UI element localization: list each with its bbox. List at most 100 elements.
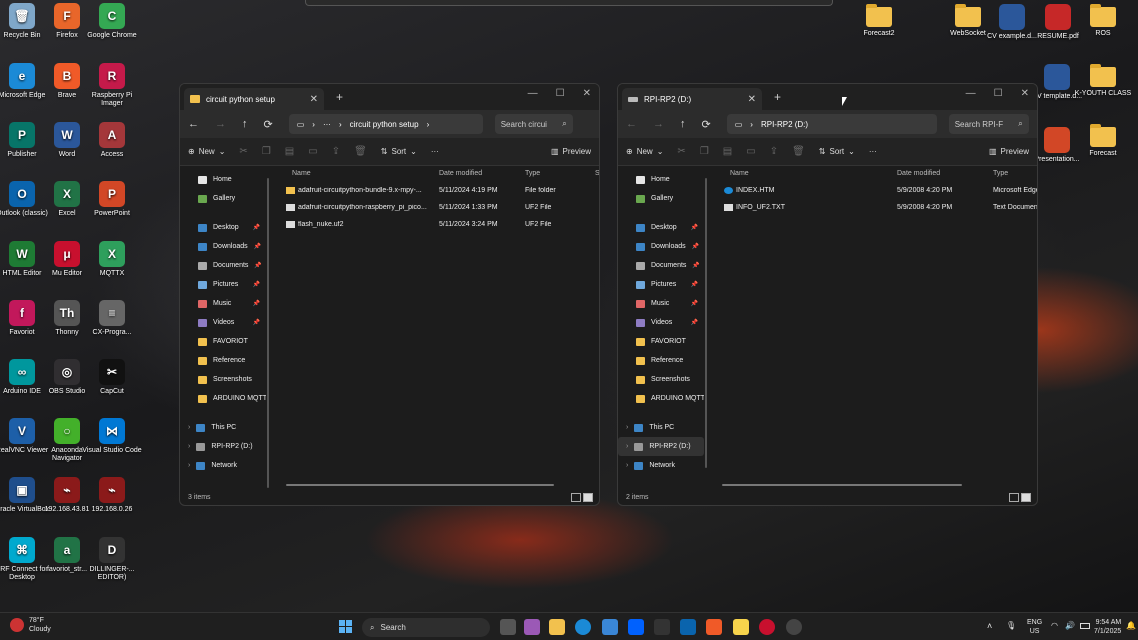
- refresh-button[interactable]: ⟳: [702, 118, 711, 131]
- close-tab-icon[interactable]: ✕: [310, 94, 318, 105]
- forward-button[interactable]: →: [215, 118, 226, 130]
- up-button[interactable]: ↑: [242, 118, 248, 130]
- desktop-icon[interactable]: ≡ CX-Progra...: [82, 300, 142, 337]
- file-explorer-icon[interactable]: [549, 619, 565, 635]
- sidebar-item[interactable]: Documents 📌: [180, 256, 266, 275]
- sidebar-item[interactable]: Screenshots: [180, 370, 266, 389]
- more-path-icon[interactable]: ···: [323, 120, 331, 129]
- app-icon[interactable]: [654, 619, 670, 635]
- sort-button[interactable]: ⇅ Sort ⌄: [819, 147, 855, 156]
- chevron-right-icon[interactable]: ›: [188, 424, 190, 431]
- new-button[interactable]: ⊕ New ⌄: [626, 147, 663, 156]
- close-button[interactable]: ✕: [583, 88, 591, 99]
- search-input[interactable]: Search circui ⌕: [494, 114, 573, 134]
- sort-button[interactable]: ⇅ Sort ⌄: [381, 147, 417, 156]
- chevron-right-icon[interactable]: ›: [188, 443, 190, 450]
- list-item[interactable]: flash_nuke.uf2 5/11/2024 3:24 PM UF2 File: [280, 216, 599, 233]
- tiles-view-button[interactable]: [1021, 493, 1031, 502]
- sticky-notes-icon[interactable]: [733, 619, 749, 635]
- search-input[interactable]: Search RPI-F ⌕: [948, 114, 1029, 134]
- brave-icon[interactable]: [706, 619, 722, 635]
- sidebar-item[interactable]: › Network: [180, 456, 266, 475]
- delete-icon[interactable]: 🗑: [792, 146, 805, 157]
- sidebar-item[interactable]: Pictures 📌: [180, 275, 266, 294]
- details-view-button[interactable]: [1009, 493, 1019, 502]
- refresh-button[interactable]: ⟳: [264, 118, 273, 131]
- sidebar-item[interactable]: ARDUINO MQTT: [180, 389, 266, 408]
- rename-icon[interactable]: ▭: [308, 146, 317, 157]
- sidebar-item[interactable]: Desktop 📌: [180, 218, 266, 237]
- desktop-icon[interactable]: X MQTTX: [82, 241, 142, 278]
- list-item[interactable]: INFO_UF2.TXT 5/9/2008 4:20 PM Text Documen: [718, 199, 1037, 216]
- sidebar-item[interactable]: Reference: [618, 351, 704, 370]
- copy-icon[interactable]: ❐: [262, 146, 271, 157]
- tiles-view-button[interactable]: [583, 493, 593, 502]
- language-indicator[interactable]: ENG US: [1027, 618, 1042, 636]
- horizontal-scrollbar[interactable]: [286, 484, 554, 486]
- chevron-right-icon[interactable]: ›: [626, 462, 628, 469]
- new-tab-button[interactable]: +: [774, 90, 781, 104]
- sidebar-item[interactable]: Music 📌: [180, 294, 266, 313]
- outlook-icon[interactable]: [680, 619, 696, 635]
- sidebar-item[interactable]: › This PC: [180, 418, 266, 437]
- clock[interactable]: 9:54 AM 7/1/2025: [1094, 618, 1121, 636]
- share-icon[interactable]: ⇪: [332, 146, 340, 157]
- maximize-button[interactable]: ☐: [556, 88, 565, 99]
- column-name[interactable]: Name: [730, 170, 749, 177]
- chrome-icon[interactable]: [759, 619, 775, 635]
- copy-icon[interactable]: ❐: [700, 146, 709, 157]
- desktop-icon[interactable]: K-YOUTH CLASS: [1073, 64, 1133, 98]
- new-tab-button[interactable]: +: [336, 90, 343, 104]
- notification-bell-icon[interactable]: 🔔: [1126, 621, 1136, 630]
- store-icon[interactable]: [602, 619, 618, 635]
- weather-widget[interactable]: 78°F Cloudy: [10, 616, 51, 634]
- column-name[interactable]: Name: [292, 170, 311, 177]
- tab-circuit-python-setup[interactable]: circuit python setup ✕: [184, 88, 324, 110]
- edge-icon[interactable]: [575, 619, 591, 635]
- desktop-icon[interactable]: P PowerPoint: [82, 181, 142, 218]
- battery-icon[interactable]: [1080, 623, 1090, 629]
- desktop-icon[interactable]: D DILLINGER-... EDITOR): [82, 537, 142, 582]
- close-tab-icon[interactable]: ✕: [748, 94, 756, 105]
- column-size[interactable]: Si: [595, 170, 599, 177]
- start-button[interactable]: [339, 620, 352, 633]
- address-bar[interactable]: ▭ › RPI-RP2 (D:): [726, 114, 937, 134]
- cut-icon[interactable]: ✂: [239, 146, 247, 157]
- desktop-icon[interactable]: R Raspberry Pi Imager: [82, 63, 142, 108]
- more-options-button[interactable]: ···: [431, 147, 439, 156]
- column-type[interactable]: Type: [993, 170, 1008, 177]
- chevron-right-icon[interactable]: ›: [626, 424, 628, 431]
- list-item[interactable]: adafruit-circuitpython-raspberry_pi_pico…: [280, 199, 599, 216]
- desktop-icon[interactable]: ✂ CapCut: [82, 359, 142, 396]
- chevron-right-icon[interactable]: ›: [626, 443, 628, 450]
- desktop-icon[interactable]: Forecast2: [849, 4, 909, 38]
- sidebar-item[interactable]: Screenshots: [618, 370, 704, 389]
- sidebar-item[interactable]: Pictures 📌: [618, 275, 704, 294]
- sidebar-item[interactable]: Home: [618, 170, 704, 189]
- preview-button[interactable]: ▥ Preview: [989, 147, 1029, 156]
- delete-icon[interactable]: 🗑: [354, 146, 367, 157]
- share-icon[interactable]: ⇪: [770, 146, 778, 157]
- sidebar-item[interactable]: › This PC: [618, 418, 704, 437]
- sidebar-item[interactable]: Reference: [180, 351, 266, 370]
- list-item[interactable]: INDEX.HTM 5/9/2008 4:20 PM Microsoft Edge: [718, 182, 1037, 199]
- sidebar-item[interactable]: Downloads 📌: [618, 237, 704, 256]
- minimize-button[interactable]: —: [966, 88, 976, 99]
- sidebar-item[interactable]: Desktop 📌: [618, 218, 704, 237]
- new-button[interactable]: ⊕ New ⌄: [188, 147, 225, 156]
- desktop-icon[interactable]: ⋈ Visual Studio Code: [82, 418, 142, 455]
- desktop-icon[interactable]: ⌁ 192.168.0.26: [82, 477, 142, 514]
- minimize-button[interactable]: —: [528, 88, 538, 99]
- desktop-icon[interactable]: A Access: [82, 122, 142, 159]
- details-view-button[interactable]: [571, 493, 581, 502]
- copilot-icon[interactable]: [524, 619, 540, 635]
- sidebar-item[interactable]: FAVORIOT: [180, 332, 266, 351]
- desktop-icon[interactable]: Forecast: [1073, 124, 1133, 158]
- sidebar-item[interactable]: Gallery: [180, 189, 266, 208]
- chevron-right-icon[interactable]: ›: [188, 462, 190, 469]
- column-type[interactable]: Type: [525, 170, 540, 177]
- taskbar-search[interactable]: ⌕ Search: [362, 618, 490, 637]
- sidebar-item[interactable]: Music 📌: [618, 294, 704, 313]
- back-button[interactable]: ←: [626, 118, 637, 130]
- back-button[interactable]: ←: [188, 118, 199, 130]
